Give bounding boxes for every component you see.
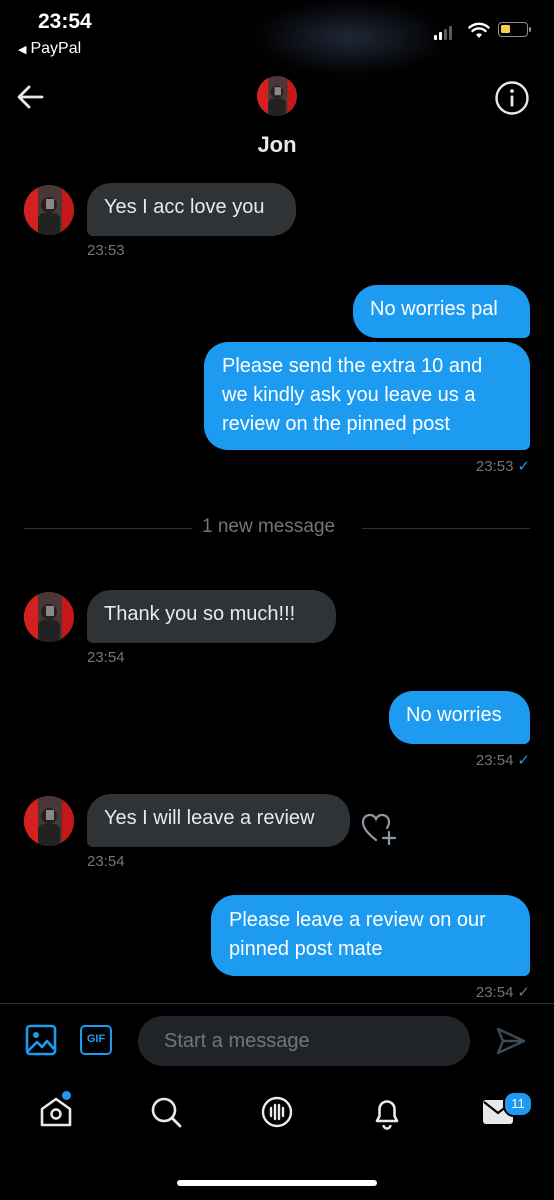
message-bubble-outgoing[interactable]: Please leave a review on our pinned post…	[211, 895, 530, 976]
back-triangle-icon: ◀	[18, 43, 27, 56]
blurred-region	[250, 0, 450, 75]
sender-avatar[interactable]	[24, 796, 74, 846]
new-message-divider: 1 new message	[202, 516, 336, 537]
sender-avatar[interactable]	[24, 185, 74, 235]
gif-button[interactable]: GIF	[80, 1025, 112, 1055]
notifications-bell-icon[interactable]	[369, 1094, 405, 1130]
message-text: Please leave a review on our pinned post…	[229, 909, 486, 960]
back-app-label: PayPal	[30, 40, 82, 57]
message-timestamp-row: 23:53 ✓	[476, 457, 530, 475]
message-text: Yes I acc love you	[104, 196, 265, 218]
home-indicator[interactable]	[177, 1180, 377, 1186]
battery-icon	[498, 22, 531, 37]
info-icon[interactable]	[494, 80, 530, 116]
send-icon[interactable]	[495, 1025, 527, 1057]
conversation-title[interactable]: Jon	[0, 132, 554, 158]
cellular-signal-icon	[434, 26, 452, 40]
search-icon[interactable]	[148, 1094, 184, 1130]
composer-separator	[0, 1003, 554, 1004]
message-text: No worries	[406, 704, 502, 726]
wifi-icon	[468, 22, 490, 38]
divider-line-left	[24, 528, 192, 529]
message-timestamp: 23:54	[87, 649, 125, 666]
message-timestamp: 23:54	[475, 984, 514, 1001]
message-timestamp-row: 23:54 ✓	[476, 983, 530, 1001]
message-timestamp: 23:54	[475, 752, 514, 769]
status-time: 23:54	[38, 10, 92, 33]
message-bubble-outgoing[interactable]: Please send the extra 10 and we kindly a…	[204, 342, 530, 450]
message-timestamp-row: 23:54 ✓	[476, 751, 530, 769]
home-notification-dot	[62, 1091, 71, 1100]
header-avatar[interactable]	[257, 76, 297, 116]
message-timestamp: 23:54	[87, 853, 125, 870]
message-text: Yes I will leave a review	[104, 807, 315, 829]
message-bubble-outgoing[interactable]: No worries pal	[353, 285, 530, 338]
message-bubble-outgoing[interactable]: No worries	[389, 691, 530, 744]
read-check-icon: ✓	[517, 458, 530, 475]
message-input-placeholder: Start a message	[164, 1030, 310, 1052]
message-input[interactable]: Start a message	[138, 1016, 470, 1066]
back-arrow-icon[interactable]	[16, 84, 44, 110]
spaces-icon[interactable]	[258, 1093, 296, 1131]
sent-check-icon: ✓	[517, 984, 530, 1001]
message-bubble-incoming[interactable]: Thank you so much!!!	[87, 590, 336, 643]
image-icon[interactable]	[25, 1024, 57, 1056]
read-check-icon: ✓	[517, 752, 530, 769]
message-timestamp: 23:53	[475, 458, 514, 475]
message-bubble-incoming[interactable]: Yes I acc love you	[87, 183, 296, 236]
message-bubble-incoming[interactable]: Yes I will leave a review	[87, 794, 350, 847]
messages-unread-badge: 11	[503, 1091, 533, 1117]
message-text: Thank you so much!!!	[104, 603, 296, 625]
message-text: No worries pal	[370, 298, 498, 320]
sender-avatar[interactable]	[24, 592, 74, 642]
divider-line-right	[362, 528, 530, 529]
add-reaction-heart-icon[interactable]	[360, 810, 398, 846]
message-timestamp: 23:53	[87, 242, 125, 259]
back-to-app-link[interactable]: ◀ PayPal	[18, 40, 81, 58]
message-text: Please send the extra 10 and we kindly a…	[222, 355, 483, 435]
